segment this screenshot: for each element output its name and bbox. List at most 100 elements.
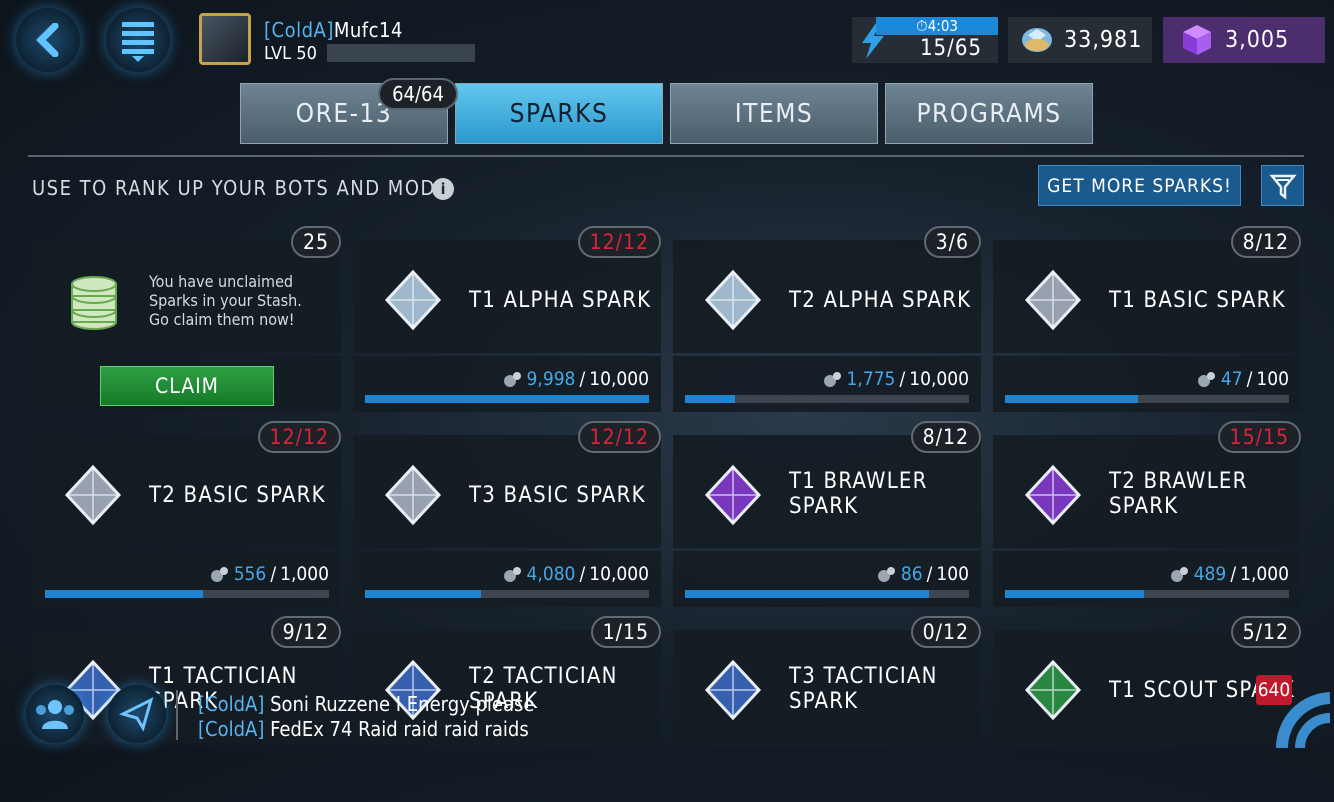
player-name: [ColdA]Mufc14 (264, 18, 403, 42)
spark-progress-bar (365, 395, 649, 403)
stash-stack-icon (71, 276, 117, 330)
spark-crystal-icon (384, 464, 442, 526)
spark-progress-bar (685, 590, 969, 598)
spark-progress-fill (1005, 395, 1139, 403)
tab-programs[interactable]: PROGRAMS (885, 83, 1093, 144)
energy-value: 15/65 (919, 36, 982, 61)
filter-icon (1268, 174, 1297, 199)
spark-progress-text: 9,998/10,000 (503, 368, 649, 390)
spark-progress-text: 489/1,000 (1170, 563, 1289, 585)
chat-button[interactable] (108, 685, 166, 743)
spark-name: T2 BRAWLER SPARK (1109, 469, 1248, 519)
spark-crystal-icon (704, 269, 762, 331)
spark-fragment-icon (1170, 567, 1188, 582)
spark-fragment-icon (1197, 372, 1215, 387)
spark-progress-fill (685, 590, 930, 598)
spark-progress-text: 4,080/10,000 (503, 563, 649, 585)
stash-message: You have unclaimed Sparks in your Stash.… (149, 272, 302, 329)
alliance-button[interactable] (26, 685, 84, 743)
stash-card: 25 You have unclaimed Sparks in your Sta… (33, 226, 341, 412)
spark-progress-bar (1005, 395, 1289, 403)
spark-fragment-icon (210, 567, 228, 582)
spark-count-badge: 12/12 (577, 226, 661, 258)
spark-card[interactable]: 8/12 T1 BRAWLER SPARK 86/100 (673, 421, 981, 607)
spark-progress-bar (45, 590, 329, 598)
cube-icon (1183, 25, 1211, 55)
spark-card[interactable]: 12/12 T3 BASIC SPARK 4,080/10,000 (353, 421, 661, 607)
spark-name: T2 ALPHA SPARK (789, 288, 972, 313)
spark-progress-fill (1005, 590, 1144, 598)
back-button[interactable] (16, 8, 80, 72)
chat-messages[interactable]: [ColdA] Soni Ruzzene I Energy please [Co… (198, 692, 534, 742)
spark-card[interactable]: 3/6 T2 ALPHA SPARK 1,775/10,000 (673, 226, 981, 412)
spark-progress-fill (365, 395, 649, 403)
chat-line: [ColdA] Soni Ruzzene I Energy please (198, 692, 535, 716)
spark-crystal-icon (64, 464, 122, 526)
cybercoins-counter[interactable]: 3,005 (1163, 17, 1325, 63)
spark-name: T1 BRAWLER SPARK (789, 469, 928, 519)
spark-progress-fill (45, 590, 203, 598)
spark-card[interactable]: 5/12 T1 SCOUT SPARK (993, 616, 1301, 802)
back-arrow-icon (36, 23, 59, 57)
energy-timer: ⏱4:03 (876, 17, 998, 35)
spark-count-badge: 3/6 (923, 226, 981, 258)
spark-card[interactable]: 12/12 T1 ALPHA SPARK 9,998/10,000 (353, 226, 661, 412)
spark-crystal-icon (1024, 269, 1082, 331)
spark-progress-text: 556/1,000 (210, 563, 329, 585)
spark-progress-bar (1005, 590, 1289, 598)
spark-name: T1 ALPHA SPARK (469, 288, 652, 313)
player-avatar[interactable] (199, 13, 251, 65)
spark-count-badge: 5/12 (1230, 616, 1301, 648)
spark-count-badge: 15/15 (1217, 421, 1301, 453)
spark-count-badge: 9/12 (270, 616, 341, 648)
spark-card[interactable]: 8/12 T1 BASIC SPARK 47/100 (993, 226, 1301, 412)
spark-count-badge: 12/12 (257, 421, 341, 453)
spark-crystal-icon (1024, 464, 1082, 526)
people-icon (36, 700, 74, 729)
divider (28, 155, 1304, 157)
claim-button[interactable]: CLAIM (100, 366, 274, 406)
spark-crystal-icon (384, 269, 442, 331)
shards-icon (1022, 28, 1052, 52)
spark-fragment-icon (503, 372, 521, 387)
spark-count-badge: 8/12 (1230, 226, 1301, 258)
spark-card[interactable]: 15/15 T2 BRAWLER SPARK 489/1,000 (993, 421, 1301, 607)
tab-sparks[interactable]: SPARKS (455, 83, 663, 144)
sparks-hint: USE TO RANK UP YOUR BOTS AND MODS (32, 176, 449, 200)
side-menu-icon[interactable] (1272, 690, 1332, 748)
spark-progress-bar (685, 395, 969, 403)
spark-progress-fill (685, 395, 736, 403)
spark-name: T1 BASIC SPARK (1109, 288, 1286, 313)
spark-card[interactable]: 0/12 T3 TACTICIAN SPARK (673, 616, 981, 802)
spark-fragment-icon (877, 567, 895, 582)
spark-crystal-icon (704, 464, 762, 526)
get-more-sparks-button[interactable]: GET MORE SPARKS! (1038, 165, 1241, 206)
spark-progress-fill (365, 590, 481, 598)
send-icon (119, 697, 154, 732)
spark-progress-text: 47/100 (1197, 368, 1289, 390)
shards-counter[interactable]: 33,981 (1008, 17, 1152, 63)
spark-progress-bar (365, 590, 649, 598)
spark-count-badge: 12/12 (577, 421, 661, 453)
menu-icon (122, 22, 154, 62)
filter-button[interactable] (1261, 165, 1304, 206)
energy-meter[interactable]: ⏱4:03 15/65 (852, 17, 998, 63)
tab-items[interactable]: ITEMS (670, 83, 878, 144)
info-icon[interactable]: i (432, 178, 454, 200)
spark-crystal-icon (1024, 659, 1082, 721)
menu-button[interactable] (106, 8, 170, 72)
spark-crystal-icon (704, 659, 762, 721)
stash-count-badge: 25 (290, 226, 341, 258)
spark-progress-text: 1,775/10,000 (823, 368, 969, 390)
spark-name: T3 BASIC SPARK (469, 483, 646, 508)
spark-fragment-icon (503, 567, 521, 582)
spark-fragment-icon (823, 372, 841, 387)
spark-name: T3 TACTICIAN SPARK (789, 664, 938, 714)
chat-divider (176, 690, 178, 740)
spark-count-badge: 8/12 (910, 421, 981, 453)
spark-progress-text: 86/100 (877, 563, 969, 585)
xp-bar (327, 44, 475, 62)
spark-count-badge: 1/15 (590, 616, 661, 648)
spark-name: T2 BASIC SPARK (149, 483, 326, 508)
spark-card[interactable]: 12/12 T2 BASIC SPARK 556/1,000 (33, 421, 341, 607)
